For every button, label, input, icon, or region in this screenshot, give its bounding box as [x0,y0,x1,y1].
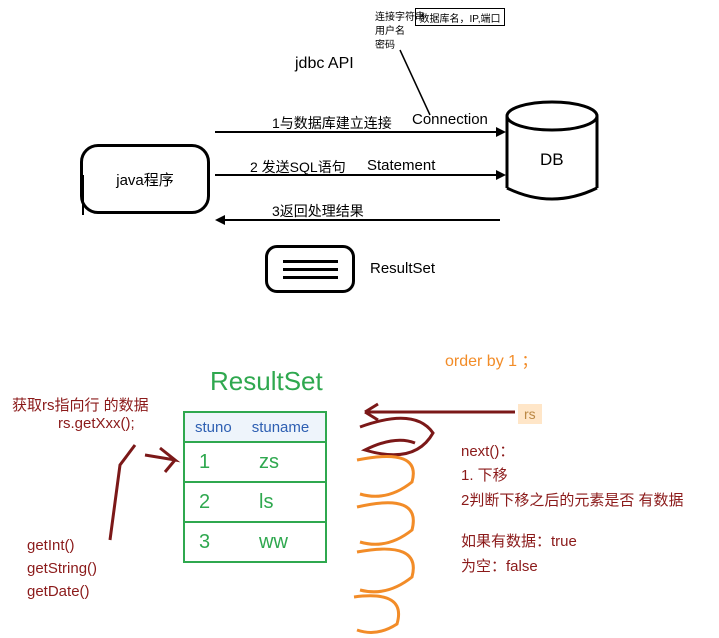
resultset-title: ResultSet [210,366,323,397]
cell-no: 3 [185,531,245,554]
next-step2: 2判断下移之后的元素是否 有数据 [461,489,684,510]
resultset-icon [265,245,355,293]
table-row: 3 ww [185,521,325,561]
username-label: 用户名 [375,22,405,37]
resultset-table: stuno stuname 1 zs 2 ls 3 ww [183,411,327,563]
db-label: DB [540,150,564,170]
pointer-line [395,45,455,120]
java-program-box: java程序 [80,144,210,214]
connection-label: Connection [412,111,488,128]
password-label: 密码 [375,36,395,51]
arrow-3-head [215,215,225,225]
getint-label: getInt() [27,537,75,554]
table-row: 1 zs [185,441,325,481]
arrow-2-label: 2 发送SQL语句 [250,157,346,177]
col-stuname: stuname [242,419,320,436]
arrow-1-head [496,127,506,137]
get-row-data-label: 获取rs指向行 的数据 [12,394,149,415]
next-label: next()： [461,440,514,461]
cell-name: ls [245,491,325,514]
connector-left [78,175,88,215]
cell-name: ww [245,531,325,554]
arrow-1-label: 1与数据库建立连接 [272,113,392,133]
arrow-3-label: 3返回处理结果 [272,201,364,221]
orange-loops-icon [352,452,472,637]
rs-pointer-label: rs [518,404,542,424]
cell-no: 1 [185,451,245,474]
order-by-label: order by 1 ； [445,347,538,371]
getstring-label: getString() [27,560,97,577]
next-step1: 1. 下移 [461,464,508,485]
table-header: stuno stuname [185,413,325,441]
arrow-2-head [496,170,506,180]
dbinfo-box: 数据库名，IP,端口 [415,8,505,26]
statement-label: Statement [367,157,435,174]
col-stuno: stuno [185,419,242,436]
cell-no: 2 [185,491,245,514]
next-false: 为空：false [461,555,538,576]
table-row: 2 ls [185,481,325,521]
cell-name: zs [245,451,325,474]
resultset-label: ResultSet [370,260,435,277]
jdbc-api-label: jdbc API [295,55,354,73]
java-program-label: java程序 [116,169,174,190]
next-true: 如果有数据：true [461,530,577,551]
getdate-label: getDate() [27,583,90,600]
